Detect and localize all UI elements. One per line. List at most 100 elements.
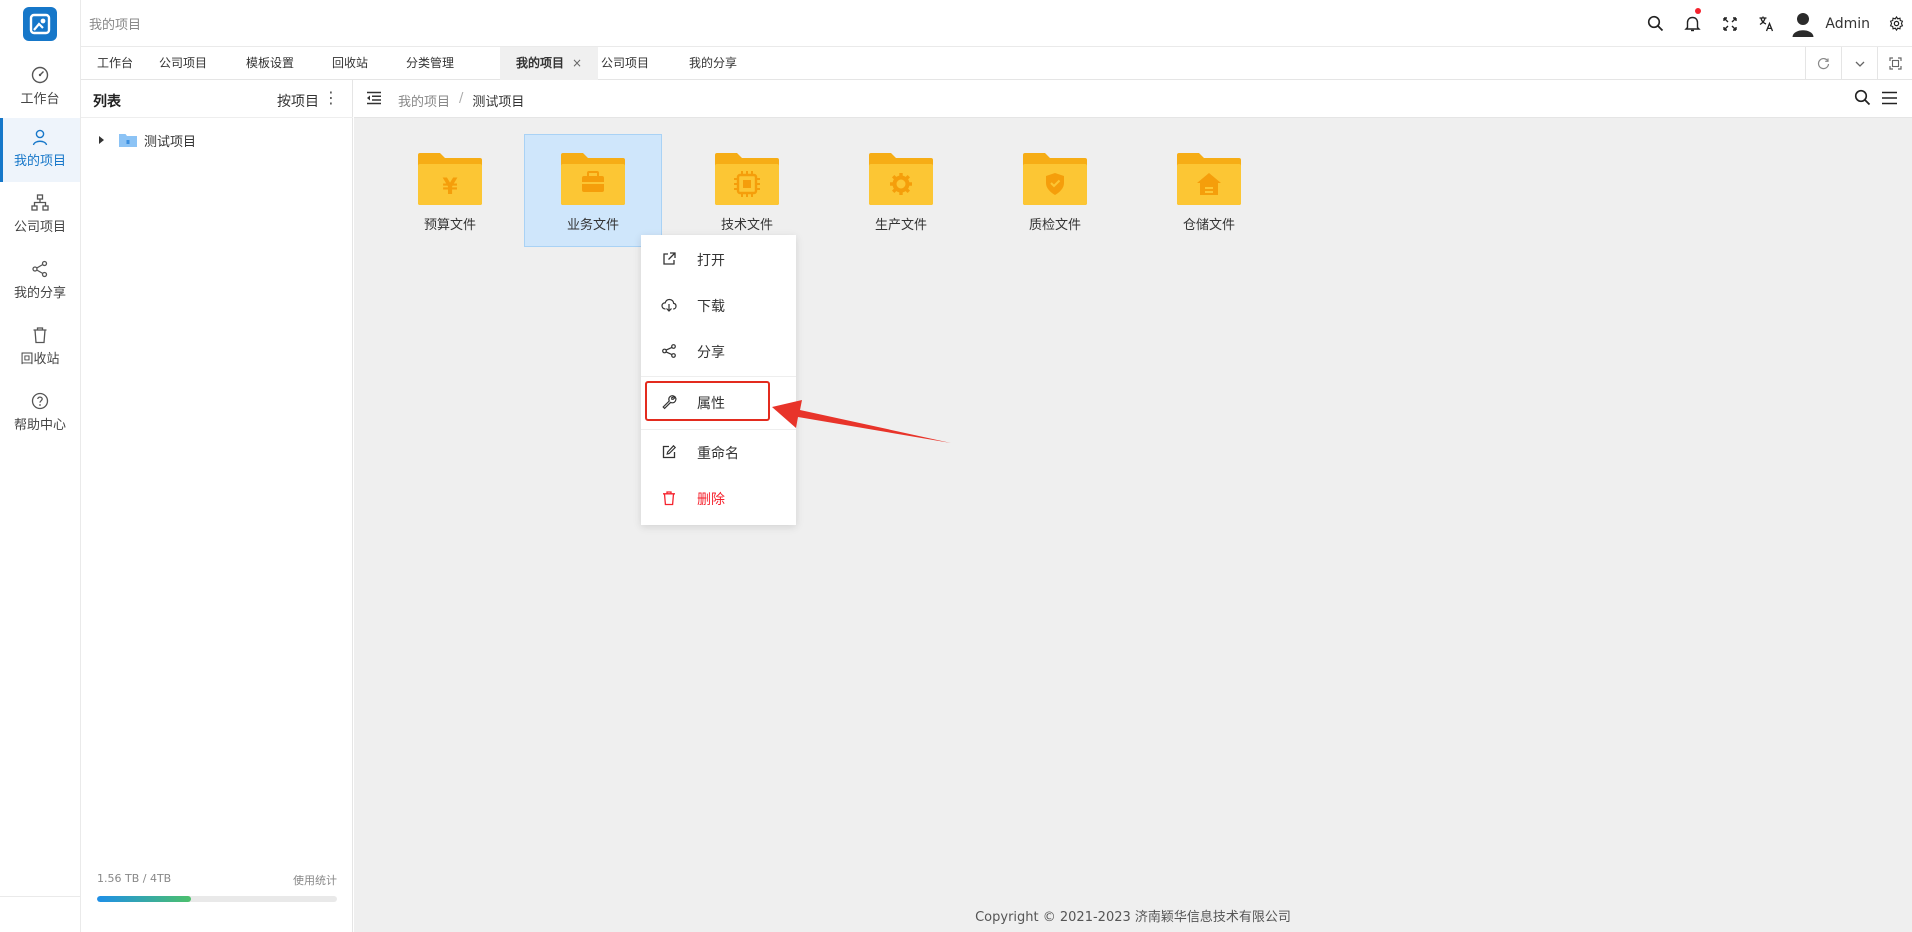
user-icon <box>32 129 48 146</box>
menu-item-label: 分享 <box>697 345 725 361</box>
logo-icon <box>29 13 51 35</box>
fullscreen-button[interactable] <box>1711 0 1748 47</box>
share-icon <box>32 260 48 278</box>
rail-footer <box>0 896 80 932</box>
search-button[interactable] <box>1637 0 1674 47</box>
tab-dropdown-button[interactable] <box>1841 47 1877 80</box>
trash-icon <box>33 327 47 344</box>
org-chart-icon <box>31 194 49 211</box>
menu-item-share[interactable]: 分享 <box>641 328 796 374</box>
tab-label: 公司项目 <box>159 56 208 70</box>
language-button[interactable] <box>1748 0 1785 47</box>
app-logo[interactable] <box>23 7 57 41</box>
folder-icon <box>561 153 625 205</box>
menu-item-label: 删除 <box>697 492 725 508</box>
tab-label: 模板设置 <box>246 56 295 70</box>
yen-icon: ¥ <box>442 175 458 200</box>
folder-production[interactable]: 生产文件 <box>832 134 970 247</box>
rail-item-label: 我的分享 <box>13 286 66 301</box>
annotation-arrow-icon <box>772 400 951 443</box>
rail-item-label: 公司项目 <box>13 220 66 235</box>
menu-divider <box>641 376 796 377</box>
rail-item-workbench[interactable]: 工作台 <box>0 56 80 118</box>
folder-icon <box>869 153 933 205</box>
panel-title: 列表 <box>93 94 121 110</box>
tree-node-test-project[interactable]: 测试项目 <box>99 128 196 152</box>
chip-icon <box>734 171 760 197</box>
menu-item-label: 打开 <box>697 253 725 269</box>
folder-quality[interactable]: 质检文件 <box>986 134 1124 247</box>
folder-icon <box>1023 153 1087 205</box>
rail-item-help-center[interactable]: 帮助中心 <box>0 382 80 444</box>
folder-icon: ¥ <box>418 153 482 205</box>
tab-company-projects-2[interactable]: 公司项目 <box>585 47 665 80</box>
rail-item-my-shares[interactable]: 我的分享 <box>0 250 80 312</box>
caret-right-icon[interactable] <box>99 136 104 144</box>
tab-company-projects[interactable]: 公司项目 <box>143 47 223 80</box>
tab-refresh-button[interactable] <box>1805 47 1841 80</box>
folder-budget[interactable]: ¥ 预算文件 <box>381 134 519 247</box>
tree-node-label: 测试项目 <box>144 134 197 150</box>
refresh-icon <box>1817 57 1830 70</box>
user-menu[interactable]: Admin <box>1785 0 1880 47</box>
folder-label: 生产文件 <box>874 218 927 233</box>
maximize-icon <box>1888 57 1902 70</box>
folder-label: 技术文件 <box>720 218 773 233</box>
tab-label: 我的项目 <box>516 56 565 70</box>
collapse-panel-icon[interactable] <box>366 91 382 105</box>
notifications-button[interactable] <box>1674 0 1711 47</box>
tab-my-shares[interactable]: 我的分享 <box>673 47 753 80</box>
chevron-down-icon <box>1855 61 1864 67</box>
trash-icon <box>663 491 675 506</box>
rail-item-my-projects[interactable]: 我的项目 <box>0 118 80 182</box>
sort-by-project-button[interactable]: 按项目 <box>277 91 319 111</box>
tab-close-icon[interactable]: × <box>572 56 582 70</box>
more-options-icon[interactable]: ⋮ <box>323 88 339 107</box>
usage-stats-link[interactable]: 使用统计 <box>293 872 337 888</box>
rail-item-label: 帮助中心 <box>13 418 66 433</box>
menu-item-open[interactable]: 打开 <box>641 236 796 282</box>
folder-business[interactable]: 业务文件 <box>524 134 662 247</box>
settings-button[interactable] <box>1880 0 1912 47</box>
storage-used-text: 1.56 TB / 4TB <box>97 872 172 885</box>
page-title: 我的项目 <box>89 18 142 33</box>
folder-warehouse[interactable]: 仓储文件 <box>1140 134 1278 247</box>
avatar-icon <box>1792 12 1814 37</box>
notification-dot <box>1695 8 1702 14</box>
tab-label: 工作台 <box>97 56 134 70</box>
storage-progress-bar <box>97 896 337 902</box>
tab-workbench[interactable]: 工作台 <box>81 47 149 80</box>
tab-category-management[interactable]: 分类管理 <box>390 47 470 80</box>
menu-item-download[interactable]: 下载 <box>641 282 796 328</box>
open-external-icon <box>663 252 676 265</box>
copyright-footer: Copyright © 2021-2023 济南颖华信息技术有限公司 <box>975 910 1291 925</box>
breadcrumb: 我的项目 / 测试项目 <box>398 91 524 110</box>
app: 工作台 我的项目 公司项目 我的分享 回收站 帮助中心 我的项目 Admin 工… <box>0 0 1912 932</box>
breadcrumb-item-my-projects[interactable]: 我的项目 <box>398 91 450 110</box>
tab-my-projects[interactable]: 我的项目 × <box>500 47 599 80</box>
tab-recycle-bin[interactable]: 回收站 <box>316 47 384 80</box>
project-folder-icon <box>119 134 137 147</box>
breadcrumb-item-test-project: 测试项目 <box>472 95 525 110</box>
rail-item-company-projects[interactable]: 公司项目 <box>0 184 80 246</box>
bell-icon <box>1684 16 1702 32</box>
search-icon[interactable] <box>1854 89 1871 106</box>
breadcrumb-separator: / <box>459 91 464 106</box>
folder-label: 质检文件 <box>1028 218 1081 233</box>
folder-technical[interactable]: 技术文件 <box>678 134 816 247</box>
gear-icon <box>1889 16 1903 31</box>
dashboard-icon <box>31 66 49 84</box>
storage-usage: 1.56 TB / 4TB 使用统计 <box>97 872 337 902</box>
menu-item-delete[interactable]: 删除 <box>641 475 796 521</box>
tab-label: 我的分享 <box>689 56 738 70</box>
edit-icon <box>662 444 677 459</box>
tab-template-settings[interactable]: 模板设置 <box>230 47 310 80</box>
tab-maximize-button[interactable] <box>1877 47 1912 80</box>
tab-label: 公司项目 <box>601 56 650 70</box>
rail-item-recycle-bin[interactable]: 回收站 <box>0 316 80 378</box>
highlight-box <box>645 381 770 421</box>
menu-item-label: 重命名 <box>697 446 739 462</box>
storage-progress-fill <box>97 896 191 902</box>
rail-item-label: 我的项目 <box>13 154 66 169</box>
menu-icon[interactable] <box>1881 91 1898 105</box>
